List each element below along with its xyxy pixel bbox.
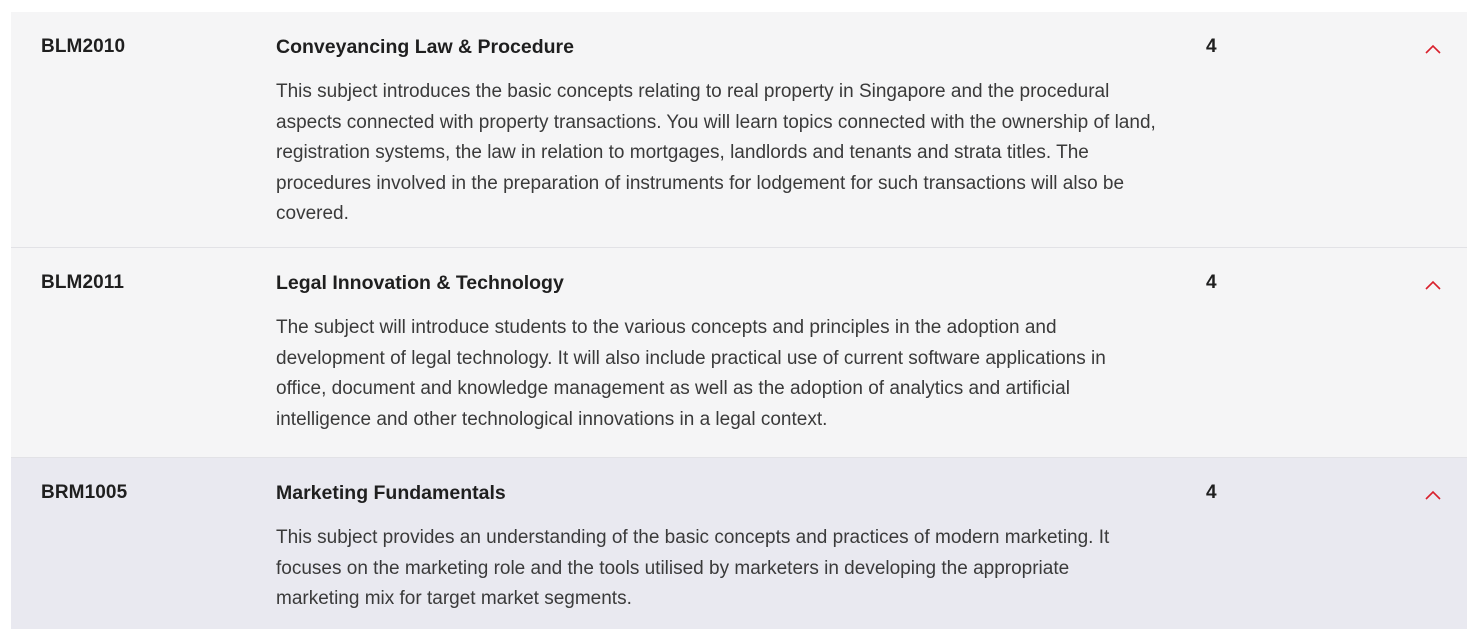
subject-title: Marketing Fundamentals <box>276 482 506 504</box>
subject-title: Legal Innovation & Technology <box>276 272 564 294</box>
collapse-toggle-button[interactable] <box>1419 38 1447 60</box>
subject-description: The subject will introduce students to t… <box>276 317 1106 430</box>
subject-credits: 4 <box>1206 272 1217 293</box>
collapse-toggle-button[interactable] <box>1419 274 1447 296</box>
subject-credits: 4 <box>1206 482 1217 503</box>
subject-row[interactable]: BLM2011 Legal Innovation & Technology Th… <box>11 248 1467 458</box>
subject-list: BLM2010 Conveyancing Law & Procedure Thi… <box>11 12 1467 629</box>
chevron-up-icon <box>1419 38 1447 60</box>
subject-row[interactable]: BRM1005 Marketing Fundamentals This subj… <box>11 458 1467 629</box>
subject-description: This subject provides an understanding o… <box>276 527 1110 609</box>
subject-code: BRM1005 <box>41 482 128 503</box>
subject-code: BLM2010 <box>41 36 126 57</box>
subject-row[interactable]: BLM2010 Conveyancing Law & Procedure Thi… <box>11 12 1467 248</box>
subject-description: This subject introduces the basic concep… <box>276 81 1156 224</box>
subject-code: BLM2011 <box>41 272 125 293</box>
chevron-up-icon <box>1419 274 1447 296</box>
subject-title: Conveyancing Law & Procedure <box>276 36 574 58</box>
subject-credits: 4 <box>1206 36 1217 57</box>
chevron-up-icon <box>1419 484 1447 506</box>
collapse-toggle-button[interactable] <box>1419 484 1447 506</box>
